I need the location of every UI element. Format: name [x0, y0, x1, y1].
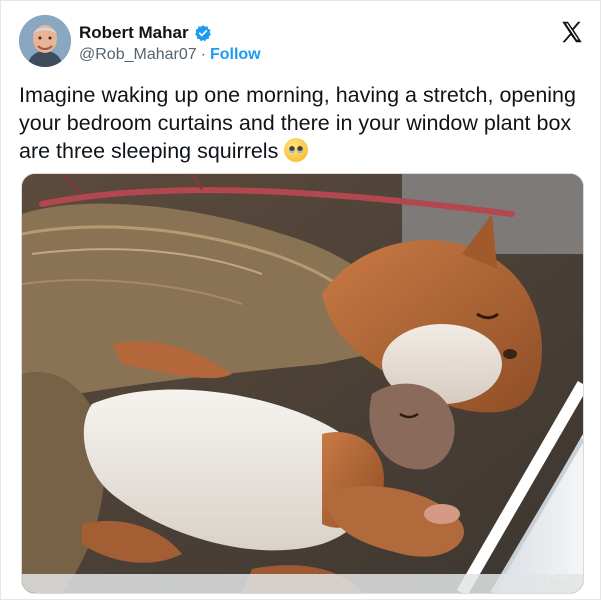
tweet-card: Robert Mahar @Rob_Mahar07 · Follow Imagi… — [0, 0, 601, 600]
display-name[interactable]: Robert Mahar — [79, 23, 189, 43]
x-logo-icon[interactable] — [559, 19, 585, 45]
handle-row: @Rob_Mahar07 · Follow — [79, 46, 261, 64]
tweet-media-image[interactable]: lct — [21, 173, 584, 594]
avatar[interactable] — [19, 15, 71, 67]
separator-dot: · — [200, 46, 206, 63]
squirrels-photo — [22, 174, 583, 593]
author-handle[interactable]: @Rob_Mahar07 — [79, 46, 197, 64]
verified-badge-icon — [194, 24, 212, 42]
follow-button[interactable]: Follow — [210, 46, 261, 64]
tweet-text: Imagine waking up one morning, having a … — [19, 81, 585, 165]
name-row: Robert Mahar — [79, 23, 212, 43]
tweet-header: Robert Mahar @Rob_Mahar07 · Follow — [19, 15, 585, 69]
photo-watermark: lct — [546, 564, 567, 583]
pleading-face-emoji-icon — [284, 138, 309, 162]
